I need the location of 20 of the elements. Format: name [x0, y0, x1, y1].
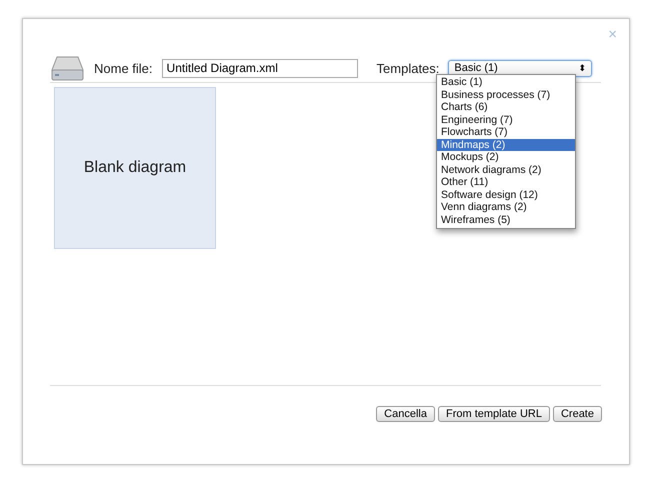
template-option[interactable]: Engineering (7) [437, 114, 575, 126]
template-option[interactable]: Mockups (2) [437, 151, 575, 164]
dialog-button[interactable]: Cancella [376, 406, 435, 422]
template-option[interactable]: Wireframes (5) [437, 214, 575, 226]
template-option[interactable]: Business processes (7) [437, 88, 575, 101]
templates-label: Templates: [376, 60, 440, 76]
template-option[interactable]: Other (11) [437, 176, 575, 188]
template-option[interactable]: Flowcharts (7) [437, 126, 575, 138]
template-option[interactable]: Venn diagrams (2) [437, 201, 575, 214]
blank-diagram-tile[interactable]: Blank diagram [54, 87, 216, 249]
file-name-label: Nome file: [94, 60, 153, 76]
template-option[interactable]: Charts (6) [437, 101, 575, 114]
template-option[interactable]: Mindmaps (2) [437, 138, 575, 151]
template-option[interactable]: Software design (12) [437, 188, 575, 201]
file-name-field[interactable]: Untitled Diagram.xml [162, 58, 358, 78]
template-option[interactable]: Basic (1) [437, 76, 575, 88]
templates-dropdown[interactable]: Basic (1) ⬍ [448, 60, 592, 76]
template-option[interactable]: Network diagrams (2) [437, 164, 575, 176]
dialog-button[interactable]: Create [552, 406, 602, 422]
dialog-button[interactable]: From template URL [438, 406, 550, 422]
